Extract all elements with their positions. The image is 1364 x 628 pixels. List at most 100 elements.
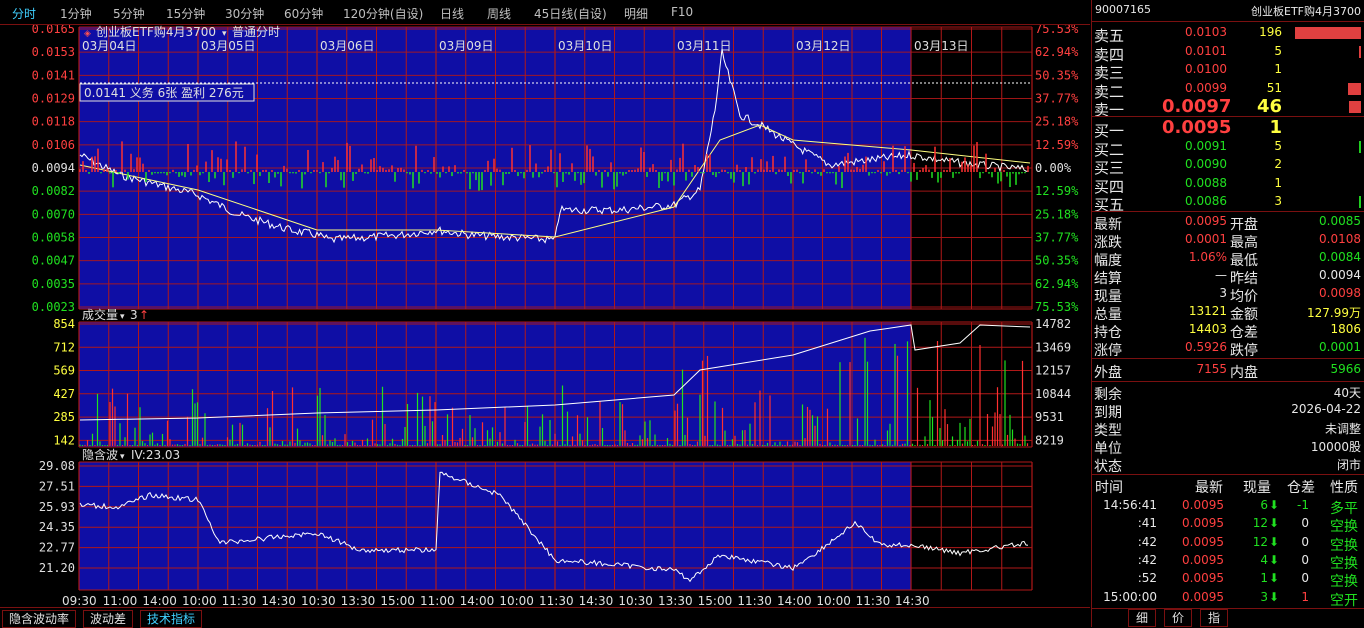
bid-price: 0.0090	[1185, 157, 1227, 171]
ask-volume: 5	[1274, 43, 1282, 58]
bid-row[interactable]: 买一 0.0095 1	[1092, 117, 1364, 140]
bid-row[interactable]: 买二 0.0091 5	[1092, 138, 1364, 159]
stat-value: —	[1215, 268, 1227, 282]
tick-time: :41	[1137, 516, 1157, 531]
tick-down-arrow-icon: ⬇	[1269, 516, 1280, 531]
ask-volume: 1	[1274, 62, 1282, 76]
ask-row[interactable]: 卖二 0.0099 51	[1092, 80, 1364, 101]
chart-mode-label[interactable]: 普通分时	[232, 25, 280, 39]
ask-row[interactable]: 卖一 0.0097 46	[1092, 96, 1364, 119]
tick-qty: 3	[1260, 589, 1268, 604]
ask-row[interactable]: 卖四 0.0101 5	[1092, 43, 1364, 64]
tab-weekly[interactable]: 周线	[487, 5, 511, 22]
pct-tick-label: 75.53%	[1035, 300, 1079, 314]
price-tick-label: 0.0094	[32, 161, 75, 175]
tab-technical-indicators[interactable]: 技术指标	[140, 610, 203, 628]
oi-tick-label: 8219	[1035, 433, 1064, 447]
tab-120min[interactable]: 120分钟(自设)	[343, 5, 423, 22]
instrument-label[interactable]: 创业板ETF购4月3700	[96, 24, 216, 39]
time-tick-label: 11:30	[539, 594, 574, 607]
tab-timeshare[interactable]: 分时	[12, 5, 36, 22]
price-tick-label: 0.0035	[32, 277, 75, 291]
ticks-qty-header: 现量	[1243, 480, 1271, 496]
stat-value: 0.0084	[1319, 250, 1361, 264]
time-tick-label: 13:30	[341, 594, 376, 607]
ask-row[interactable]: 卖三 0.0100 1	[1092, 61, 1364, 82]
stat-value: 0.0098	[1319, 286, 1361, 300]
day-label: 03月05日	[201, 39, 256, 53]
tab-daily[interactable]: 日线	[440, 5, 464, 22]
iv-label[interactable]: 隐含波	[82, 447, 118, 462]
stat-label: 涨停	[1094, 343, 1122, 359]
bid-row[interactable]: 买四 0.0088 1	[1092, 175, 1364, 196]
day-label: 03月04日	[82, 39, 137, 53]
stat-row: 最新 0.0095 开盘 0.0085	[1092, 213, 1364, 233]
contract-info-row: 类型 未调整	[1092, 419, 1364, 439]
tick-qty: 1	[1260, 571, 1268, 586]
tab-30min[interactable]: 30分钟	[225, 5, 264, 22]
bid-row[interactable]: 买三 0.0090 2	[1092, 156, 1364, 177]
dropdown-icon[interactable]: ▾	[222, 29, 227, 39]
tick-down-arrow-icon: ⬇	[1269, 498, 1280, 512]
price-tick-label: 0.0070	[32, 207, 75, 221]
time-tick-label: 14:30	[895, 594, 930, 607]
volume-dropdown-icon[interactable]: ▾	[120, 312, 125, 322]
tab-1min[interactable]: 1分钟	[60, 5, 92, 22]
bid-volume-bar	[1359, 140, 1361, 153]
info-value: 未调整	[1324, 422, 1361, 436]
bid-volume: 1	[1274, 175, 1282, 190]
time-tick-label: 14:00	[777, 594, 812, 607]
right-tab-index[interactable]: 指	[1200, 609, 1228, 627]
tab-detail[interactable]: 明细	[624, 5, 648, 22]
stat-row: 现量 3 均价 0.0098	[1092, 285, 1364, 305]
contract-info-row: 单位 10000股	[1092, 437, 1364, 457]
tab-60min[interactable]: 60分钟	[284, 5, 323, 22]
ask-volume: 196	[1259, 25, 1282, 39]
tick-price: 0.0095	[1182, 552, 1224, 567]
ask-row[interactable]: 卖五 0.0103 196	[1092, 24, 1364, 45]
tick-row: 15:00:00 0.0095 3 ⬇ 1 空开	[1092, 589, 1364, 609]
timeshare-chart[interactable]: 0.0165 0.0153 0.0141 0.0129 0.0118 0.0106 0.00…	[0, 22, 1090, 608]
time-tick-label: 11:30	[737, 594, 772, 607]
volume-label[interactable]: 成交量	[82, 307, 118, 322]
chart-area[interactable]: 0.0165 0.0153 0.0141 0.0129 0.0118 0.0106 0.00…	[0, 22, 1090, 608]
tab-5min[interactable]: 5分钟	[113, 5, 145, 22]
tab-f10[interactable]: F10	[671, 5, 693, 19]
bid-row[interactable]: 买五 0.0086 3	[1092, 193, 1364, 214]
tab-45day[interactable]: 45日线(自设)	[534, 5, 607, 22]
time-tick-label: 14:30	[261, 594, 296, 607]
right-tab-detail[interactable]: 细	[1128, 609, 1156, 627]
tick-row: :42 0.0095 12 ⬇ 0 空换	[1092, 534, 1364, 554]
price-tick-label: 0.0129	[32, 92, 75, 106]
tick-price: 0.0095	[1182, 571, 1224, 586]
tick-price: 0.0095	[1182, 498, 1224, 512]
day-label: 03月09日	[439, 39, 494, 53]
time-tick-label: 14:30	[579, 594, 614, 607]
ask-price: 0.0097	[1162, 96, 1232, 117]
day-label: 03月10日	[558, 39, 613, 53]
price-tick-label: 0.0047	[32, 254, 75, 268]
time-tick-label: 14:00	[142, 594, 177, 607]
tick-row: :42 0.0095 4 ⬇ 0 空换	[1092, 552, 1364, 572]
right-tab-price[interactable]: 价	[1164, 609, 1192, 627]
day-label: 03月11日	[677, 39, 732, 53]
stat-row: 涨跌 0.0001 最高 0.0108	[1092, 231, 1364, 251]
stat-row: 结算 — 昨结 0.0094	[1092, 267, 1364, 287]
pct-tick-label: 25.18%	[1035, 115, 1079, 129]
price-tick-label: 0.0153	[32, 45, 75, 59]
stat-value: 0.0094	[1319, 268, 1361, 282]
stat-value: 1.06%	[1188, 250, 1227, 264]
bid-volume-bar	[1359, 196, 1361, 208]
iv-dropdown-icon[interactable]: ▾	[120, 452, 125, 462]
price-tick-label: 0.0165	[32, 25, 75, 36]
tab-volatility-diff[interactable]: 波动差	[83, 610, 134, 628]
tab-implied-volatility[interactable]: 隐含波动率	[2, 610, 77, 628]
ask-price: 0.0103	[1185, 25, 1227, 39]
iv-tick-label: 29.08	[39, 459, 75, 473]
tick-time: 15:00:00	[1103, 589, 1157, 604]
price-tick-label: 0.0141	[32, 68, 75, 82]
period-toolbar: 分时 1分钟 5分钟 15分钟 30分钟 60分钟 120分钟(自设) 日线 周…	[0, 0, 1090, 25]
tab-15min[interactable]: 15分钟	[166, 5, 205, 22]
iv-tick-label: 22.77	[39, 541, 75, 555]
pct-tick-label: 37.77%	[1035, 92, 1079, 106]
